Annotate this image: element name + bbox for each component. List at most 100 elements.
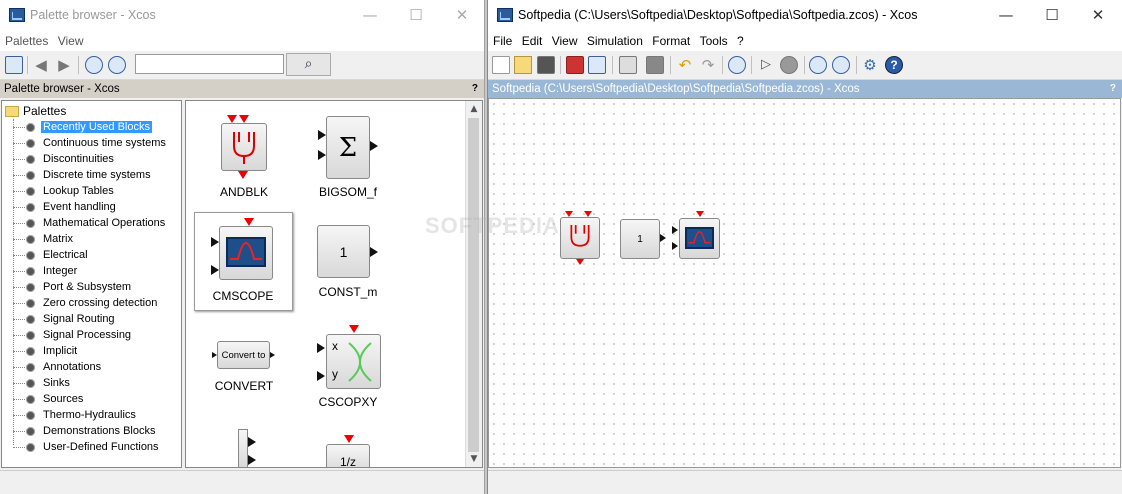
settings-gear-icon[interactable]: ⚙ bbox=[861, 56, 879, 74]
tree-item[interactable]: Annotations bbox=[13, 359, 103, 375]
block-label: CONST_m bbox=[318, 285, 378, 299]
help-icon[interactable]: ? bbox=[1110, 80, 1116, 98]
maximize-button[interactable]: ☐ bbox=[1029, 0, 1075, 31]
tree-connector bbox=[13, 270, 25, 272]
output-port bbox=[370, 141, 378, 151]
tree-item[interactable]: Matrix bbox=[13, 231, 75, 247]
input-port bbox=[211, 237, 219, 247]
output-port bbox=[660, 234, 666, 242]
start-simulation-icon[interactable]: ▷ bbox=[757, 56, 775, 74]
zoom-out-icon[interactable] bbox=[108, 56, 126, 74]
x-label: x bbox=[332, 339, 338, 353]
diagram-canvas[interactable]: 1 bbox=[488, 98, 1121, 468]
redo-icon[interactable]: ↷ bbox=[699, 56, 717, 74]
close-button[interactable]: ✕ bbox=[439, 0, 485, 31]
tree-connector bbox=[13, 222, 25, 224]
save-icon[interactable] bbox=[566, 56, 584, 74]
stop-simulation-icon[interactable] bbox=[780, 56, 798, 74]
tree-item[interactable]: User-Defined Functions bbox=[13, 439, 161, 455]
search-input[interactable] bbox=[135, 54, 284, 74]
menu-file[interactable]: File bbox=[490, 31, 515, 51]
print-icon[interactable] bbox=[646, 56, 664, 74]
maximize-button[interactable]: ☐ bbox=[393, 0, 439, 31]
search-button[interactable]: ⌕ bbox=[286, 53, 331, 76]
menu-help[interactable]: ? bbox=[734, 31, 747, 51]
minimize-button[interactable]: — bbox=[347, 0, 393, 31]
tree-item[interactable]: Event handling bbox=[13, 199, 118, 215]
tree-item-label: Discontinuities bbox=[43, 153, 114, 165]
tree-item[interactable]: Recently Used Blocks bbox=[13, 119, 152, 135]
tree-connector bbox=[13, 446, 25, 448]
zoom-out-icon[interactable] bbox=[832, 56, 850, 74]
menu-tools[interactable]: Tools bbox=[697, 31, 731, 51]
menu-view[interactable]: View bbox=[55, 31, 87, 51]
event-input-port bbox=[344, 435, 354, 443]
tree-item[interactable]: Port & Subsystem bbox=[13, 279, 133, 295]
palette-gear-icon bbox=[26, 314, 35, 324]
save-as-icon[interactable] bbox=[588, 56, 606, 74]
tree-item[interactable]: Signal Processing bbox=[13, 327, 133, 343]
toolbar-separator bbox=[722, 56, 723, 74]
menu-simulation[interactable]: Simulation bbox=[584, 31, 646, 51]
tree-item[interactable]: Thermo-Hydraulics bbox=[13, 407, 138, 423]
scroll-down-icon[interactable]: ▼ bbox=[466, 451, 482, 467]
tree-item[interactable]: Sinks bbox=[13, 375, 72, 391]
scroll-thumb[interactable] bbox=[468, 118, 479, 452]
menu-palettes[interactable]: Palettes bbox=[2, 31, 51, 51]
output-port bbox=[248, 455, 256, 465]
tree-root[interactable]: Palettes bbox=[5, 103, 66, 119]
status-bar bbox=[0, 470, 484, 494]
const-value: 1 bbox=[620, 219, 660, 259]
tree-item[interactable]: Sources bbox=[13, 391, 85, 407]
help-circle-icon[interactable]: ? bbox=[885, 56, 903, 74]
tree-item-label: Event handling bbox=[43, 201, 116, 213]
undo-icon[interactable]: ↶ bbox=[676, 56, 694, 74]
tree-connector bbox=[13, 174, 25, 176]
palette-scrollbar[interactable]: ▲ ▼ bbox=[465, 101, 482, 467]
new-file-icon[interactable] bbox=[492, 56, 510, 74]
tree-item[interactable]: Electrical bbox=[13, 247, 90, 263]
help-icon[interactable]: ? bbox=[472, 80, 478, 98]
back-arrow-icon[interactable]: ◀ bbox=[32, 56, 50, 74]
tree-item[interactable]: Continuous time systems bbox=[13, 135, 168, 151]
menu-view[interactable]: View bbox=[549, 31, 581, 51]
sum-symbol: Σ bbox=[326, 116, 370, 179]
fit-diagram-icon[interactable] bbox=[728, 56, 746, 74]
xcos-app-icon bbox=[497, 8, 513, 22]
open-folder-icon[interactable] bbox=[514, 56, 532, 74]
zoom-in-icon[interactable] bbox=[85, 56, 103, 74]
load-palette-icon[interactable] bbox=[5, 56, 23, 74]
palette-gear-icon bbox=[26, 266, 35, 276]
zoom-in-icon[interactable] bbox=[809, 56, 827, 74]
tree-item[interactable]: Discrete time systems bbox=[13, 167, 153, 183]
tree-item-label: Continuous time systems bbox=[43, 137, 166, 149]
output-port bbox=[370, 247, 378, 257]
tree-connector bbox=[13, 206, 25, 208]
minimize-button[interactable]: — bbox=[983, 0, 1029, 31]
input-port bbox=[318, 150, 326, 160]
tree-item[interactable]: Demonstrations Blocks bbox=[13, 423, 158, 439]
tree-item[interactable]: Lookup Tables bbox=[13, 183, 116, 199]
block-label: CSCOPXY bbox=[318, 395, 378, 409]
event-input-port bbox=[349, 325, 359, 333]
tree-item[interactable]: Mathematical Operations bbox=[13, 215, 167, 231]
palette-gear-icon bbox=[26, 170, 35, 180]
tree-connector bbox=[13, 190, 25, 192]
forward-arrow-icon[interactable]: ▶ bbox=[55, 56, 73, 74]
tree-item[interactable]: Implicit bbox=[13, 343, 79, 359]
scroll-up-icon[interactable]: ▲ bbox=[466, 101, 482, 117]
palette-gear-icon bbox=[26, 234, 35, 244]
tree-item-label: Implicit bbox=[43, 345, 78, 357]
tree-item[interactable]: Integer bbox=[13, 263, 79, 279]
tree-item-label: Zero crossing detection bbox=[43, 297, 158, 309]
tree-item[interactable]: Discontinuities bbox=[13, 151, 116, 167]
open-in-scilab-icon[interactable] bbox=[537, 56, 555, 74]
block-cmscope[interactable]: CMSCOPE bbox=[194, 212, 293, 311]
export-icon[interactable] bbox=[619, 56, 637, 74]
menu-format[interactable]: Format bbox=[649, 31, 693, 51]
tree-item[interactable]: Signal Routing bbox=[13, 311, 117, 327]
tree-item[interactable]: Zero crossing detection bbox=[13, 295, 159, 311]
menu-edit[interactable]: Edit bbox=[519, 31, 546, 51]
tree-item-label: Sinks bbox=[43, 377, 70, 389]
close-button[interactable]: ✕ bbox=[1075, 0, 1121, 31]
